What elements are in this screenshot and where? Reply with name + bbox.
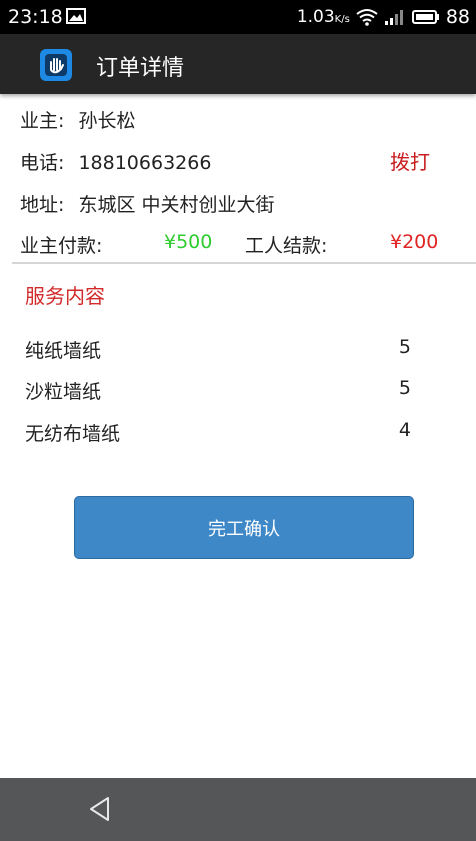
owner-row: 业主: 孙长松 — [20, 106, 135, 133]
address-row: 地址: 东城区 中关村创业大街 — [20, 190, 275, 217]
signal-icon — [384, 10, 403, 25]
back-icon[interactable] — [86, 794, 116, 824]
status-time: 23:18 — [8, 6, 63, 28]
service-name: 纯纸墙纸 — [25, 340, 102, 362]
service-name: 沙粒墙纸 — [25, 381, 102, 403]
call-button[interactable]: 拨打 — [390, 146, 430, 175]
phone-value: 18810663266 — [78, 152, 212, 174]
service-quantity: 5 — [398, 377, 411, 399]
phone-row: 电话: 18810663266 — [20, 148, 211, 175]
network-speed: 1.03K/s — [296, 7, 350, 27]
service-quantity: 4 — [398, 419, 411, 441]
list-item: 沙粒墙纸 5 — [25, 377, 415, 404]
status-bar: 23:18 1.03K/s 88 — [0, 0, 476, 34]
worker-payment-value: ¥200 — [390, 231, 439, 253]
owner-label: 业主: — [20, 110, 65, 132]
address-value: 东城区 中关村创业大街 — [78, 194, 275, 216]
owner-value: 孙长松 — [78, 110, 136, 132]
address-label: 地址: — [20, 194, 65, 216]
confirm-completion-button[interactable]: 完工确认 — [74, 496, 414, 559]
divider — [12, 262, 476, 264]
battery-level: 88 — [445, 6, 470, 28]
service-name: 无纺布墙纸 — [25, 423, 121, 445]
list-item: 无纺布墙纸 4 — [25, 419, 415, 446]
list-item: 纯纸墙纸 5 — [25, 336, 415, 363]
wifi-icon — [356, 9, 378, 26]
phone-label: 电话: — [20, 152, 65, 174]
page-title: 订单详情 — [96, 56, 185, 81]
service-quantity: 5 — [398, 336, 411, 358]
app-bar: 订单详情 — [0, 34, 476, 94]
owner-payment-value: ¥500 — [164, 231, 213, 253]
owner-payment-label: 业主付款: — [20, 235, 103, 257]
gallery-icon — [66, 8, 86, 24]
hand-logo-icon[interactable] — [40, 49, 72, 81]
worker-payment-label: 工人结款: — [245, 235, 328, 257]
battery-icon — [411, 10, 439, 24]
navigation-bar — [0, 778, 476, 841]
services-title: 服务内容 — [25, 284, 105, 308]
